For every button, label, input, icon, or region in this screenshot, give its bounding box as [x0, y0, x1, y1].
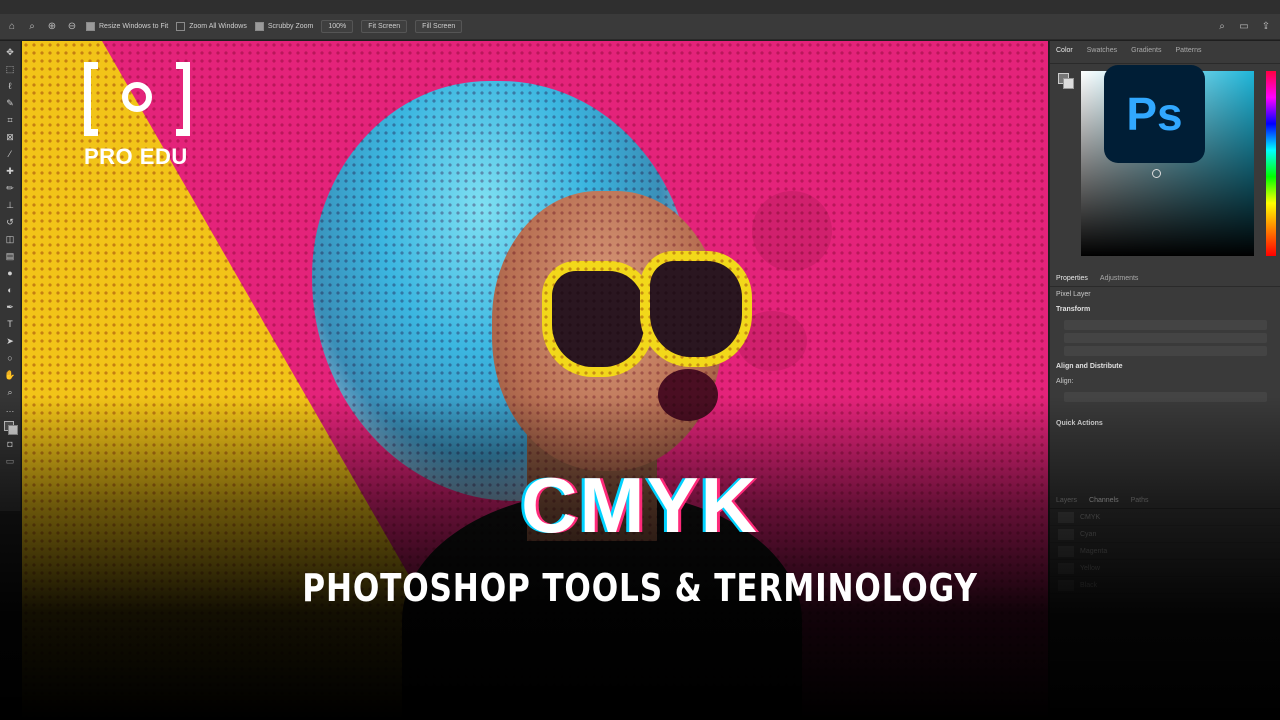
resize-windows-checkbox[interactable]: Resize Windows to Fit [86, 22, 168, 31]
hand-tool-icon[interactable]: ✋ [4, 370, 16, 381]
home-icon[interactable]: ⌂ [6, 21, 18, 33]
share-icon[interactable]: ⇪ [1260, 21, 1272, 33]
color-swatches[interactable] [4, 421, 18, 435]
align-section[interactable]: Align and Distribute [1050, 359, 1280, 374]
properties-panel: Properties Adjustments Pixel Layer Trans… [1050, 271, 1280, 431]
more-tools-icon[interactable]: … [4, 404, 16, 415]
dodge-tool-icon[interactable]: ◐ [4, 285, 16, 296]
healing-tool-icon[interactable]: ✚ [4, 166, 16, 177]
brush-tool-icon[interactable]: ✏ [4, 183, 16, 194]
zoom-tool-side-icon[interactable]: ⌕ [4, 387, 16, 398]
logo-ring-icon [122, 82, 152, 112]
zoom-tool-icon[interactable]: ⌕ [26, 21, 38, 33]
logo-text: PRO EDU [84, 144, 188, 169]
align-label: Align: [1056, 378, 1074, 385]
quick-actions-section[interactable]: Quick Actions [1050, 416, 1280, 431]
history-brush-icon[interactable]: ↺ [4, 217, 16, 228]
color-panel-tabs: Color Swatches Gradients Patterns [1050, 41, 1280, 64]
fill-screen-button[interactable]: Fill Screen [415, 20, 463, 33]
logo-right-bracket [176, 62, 190, 136]
tab-color[interactable]: Color [1056, 47, 1073, 63]
quick-select-tool-icon[interactable]: ✎ [4, 98, 16, 109]
logo-left-bracket [84, 62, 98, 136]
workspace-icon[interactable]: ▭ [1238, 21, 1250, 33]
zoom-in-icon[interactable]: ⊕ [46, 21, 58, 33]
marquee-tool-icon[interactable]: ⬚ [4, 64, 16, 75]
eyedropper-tool-icon[interactable]: ⁄ [4, 149, 16, 160]
options-bar: ⌂ ⌕ ⊕ ⊖ Resize Windows to Fit Zoom All W… [0, 14, 1280, 40]
menu-bar [0, 0, 1280, 14]
scrubby-zoom-checkbox[interactable]: Scrubby Zoom [254, 22, 313, 31]
hue-slider[interactable] [1266, 71, 1276, 256]
pro-edu-logo: PRO EDU [84, 62, 192, 172]
crop-tool-icon[interactable]: ⌗ [4, 115, 16, 126]
path-select-tool-icon[interactable]: ➤ [4, 336, 16, 347]
stamp-tool-icon[interactable]: ⊥ [4, 200, 16, 211]
transform-section[interactable]: Transform [1050, 302, 1280, 317]
headline-title: CMYK [521, 461, 759, 549]
tab-swatches[interactable]: Swatches [1087, 47, 1117, 63]
right-panel: Color Swatches Gradients Patterns Ps Pro… [1049, 41, 1280, 720]
pen-tool-icon[interactable]: ✒ [4, 302, 16, 313]
quick-mask-icon[interactable]: ◘ [4, 439, 16, 450]
shape-tool-icon[interactable]: ○ [4, 353, 16, 364]
tab-patterns[interactable]: Patterns [1175, 47, 1201, 63]
panel-color-swatches[interactable] [1058, 73, 1074, 89]
fit-screen-button[interactable]: Fit Screen [361, 20, 408, 33]
gradient-tool-icon[interactable]: ▤ [4, 251, 16, 262]
blur-tool-icon[interactable]: ● [4, 268, 16, 279]
zoom-out-icon[interactable]: ⊖ [66, 21, 78, 33]
lasso-tool-icon[interactable]: ℓ [4, 81, 16, 92]
color-picker-handle[interactable] [1152, 169, 1161, 178]
pixel-layer-label: Pixel Layer [1056, 291, 1091, 298]
type-tool-icon[interactable]: T [4, 319, 16, 330]
photoshop-logo: Ps [1104, 65, 1205, 163]
tab-adjustments[interactable]: Adjustments [1100, 275, 1139, 282]
tools-panel: ✥ ⬚ ℓ ✎ ⌗ ⊠ ⁄ ✚ ✏ ⊥ ↺ ◫ ▤ ● ◐ ✒ T ➤ ○ ✋ … [0, 41, 21, 511]
headline-subtitle: PHOTOSHOP TOOLS & TERMINOLOGY [302, 566, 978, 610]
move-tool-icon[interactable]: ✥ [4, 47, 16, 58]
zoom-all-checkbox[interactable]: Zoom All Windows [176, 22, 247, 31]
frame-tool-icon[interactable]: ⊠ [4, 132, 16, 143]
search-icon[interactable]: ⌕ [1216, 21, 1228, 33]
zoom-level-button[interactable]: 100% [321, 20, 354, 33]
tab-properties[interactable]: Properties [1056, 275, 1088, 282]
eraser-tool-icon[interactable]: ◫ [4, 234, 16, 245]
tab-gradients[interactable]: Gradients [1131, 47, 1161, 63]
